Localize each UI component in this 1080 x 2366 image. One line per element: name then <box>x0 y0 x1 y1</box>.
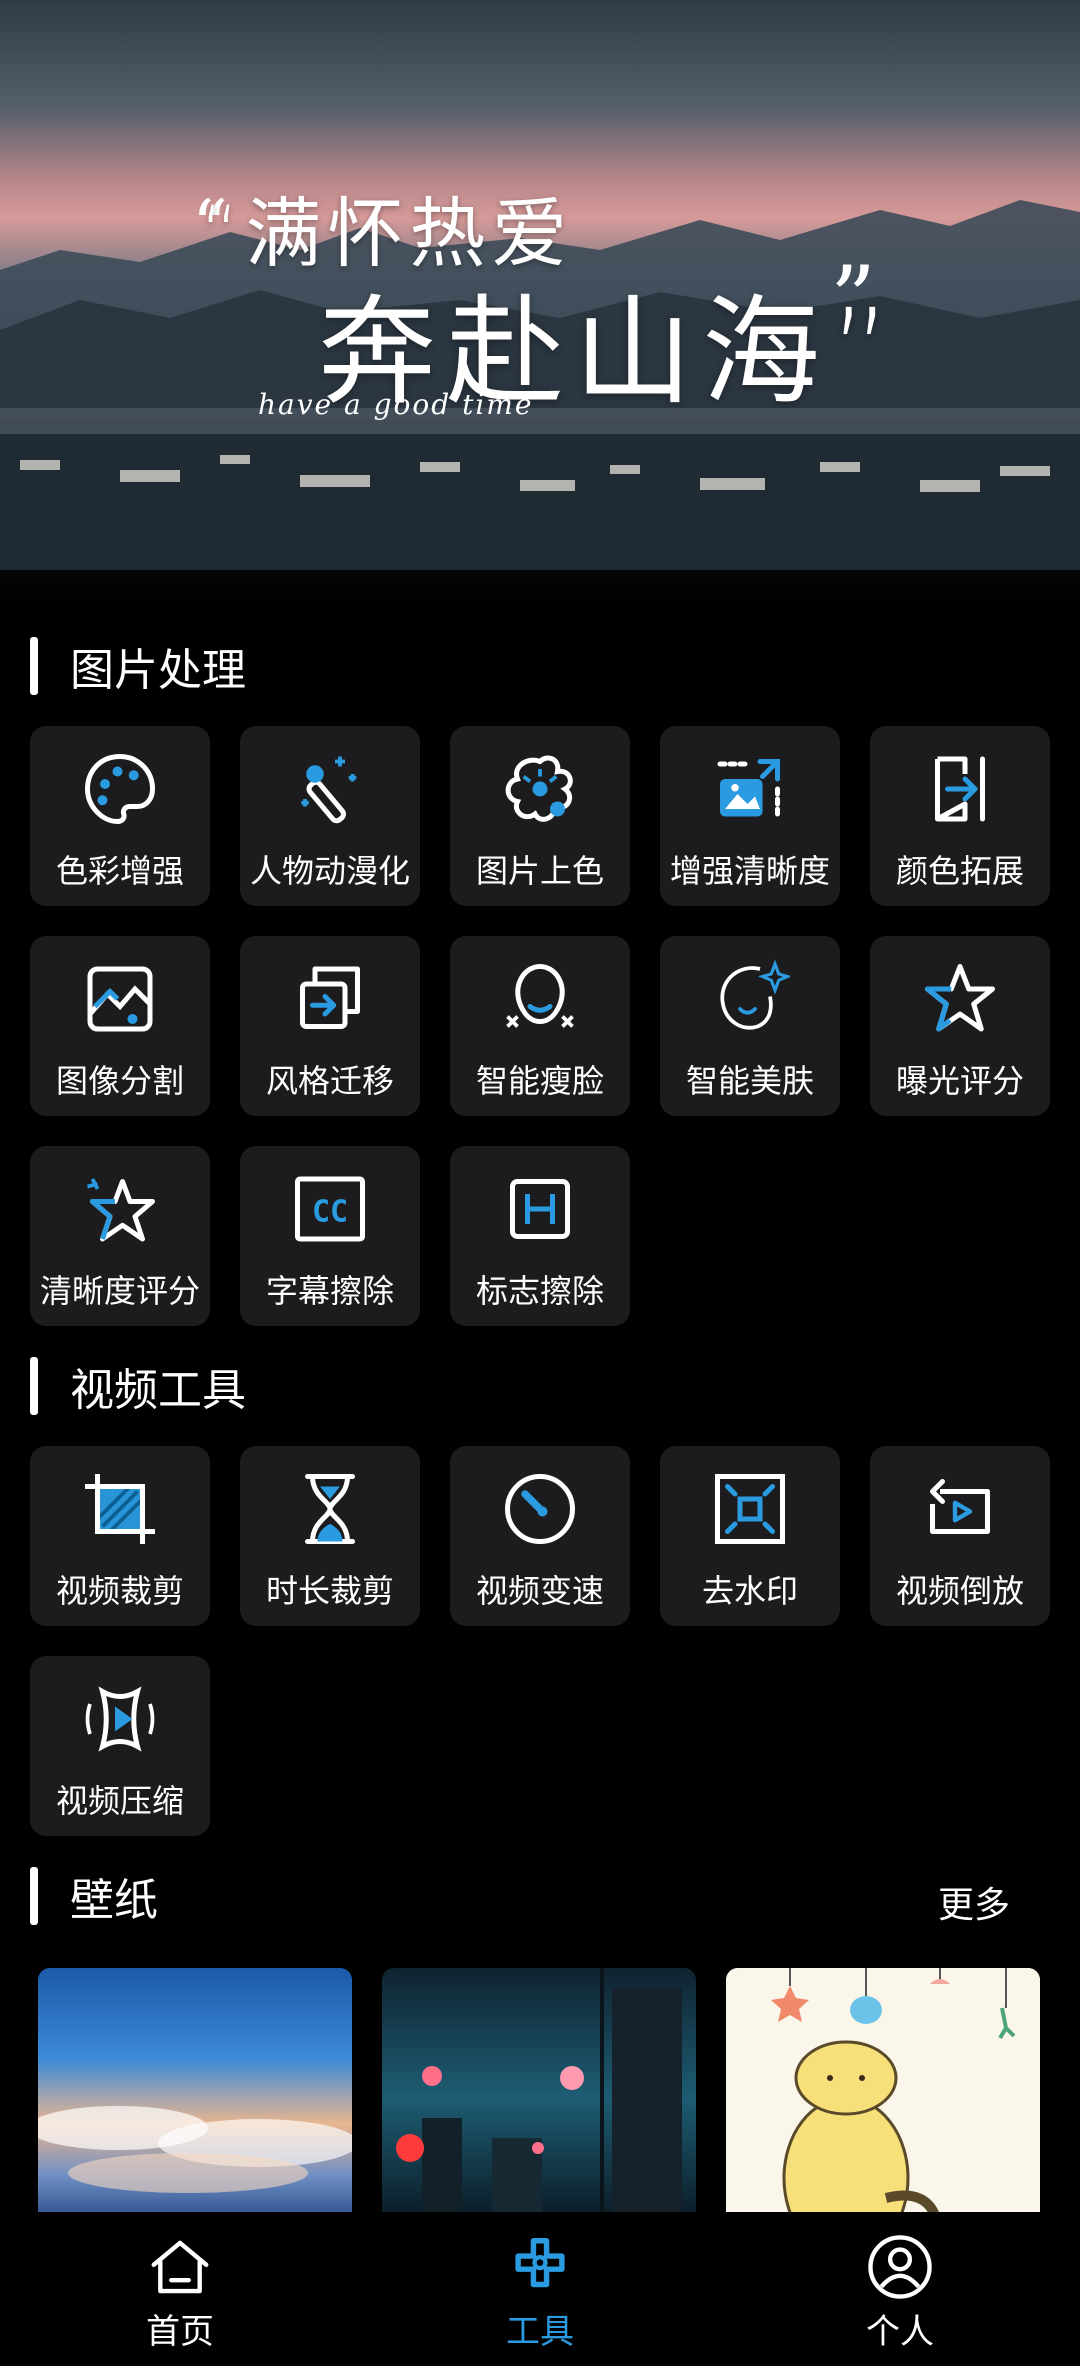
banner-subtitle: have a good time <box>258 388 534 421</box>
nav-tools-label: 工具 <box>506 2312 574 2352</box>
video-tool-tile[interactable]: 时长裁剪 <box>240 1446 420 1626</box>
image-tool-label: 风格迁移 <box>265 1062 394 1100</box>
image-tool-label: 清晰度评分 <box>39 1272 200 1310</box>
image-tool-label: 字幕擦除 <box>265 1272 394 1310</box>
video-tool-tile[interactable]: 视频裁剪 <box>30 1446 210 1626</box>
image-tool-label: 曝光评分 <box>895 1062 1024 1100</box>
image-tool-label: 人物动漫化 <box>249 852 410 890</box>
bottom-navigation: 首页 工具 个人 <box>0 2212 1080 2366</box>
logo-h-icon <box>495 1164 585 1254</box>
image-tool-label: 图像分割 <box>55 1062 184 1100</box>
video-tool-label: 视频压缩 <box>55 1782 184 1820</box>
flower-color-icon <box>495 744 585 834</box>
star-rating-icon <box>915 954 1005 1044</box>
image-tool-tile[interactable]: 颜色拓展 <box>870 726 1050 906</box>
image-tool-tile[interactable]: 清晰度评分 <box>30 1146 210 1326</box>
section-title: 视频工具 <box>70 1365 246 1416</box>
video-tool-label: 视频变速 <box>475 1572 604 1610</box>
wallpaper-strip <box>38 1968 1042 2214</box>
nav-home[interactable]: 首页 <box>80 2212 280 2353</box>
image-tool-tile[interactable]: 图片上色 <box>450 726 630 906</box>
section-image-processing: 图片处理 <box>30 636 246 696</box>
expand-arrow-icon <box>915 744 1005 834</box>
image-tool-tile[interactable]: 图像分割 <box>30 936 210 1116</box>
crop-icon <box>75 1464 165 1554</box>
nav-tools[interactable]: 工具 <box>440 2212 640 2353</box>
image-tool-tile[interactable]: 标志擦除 <box>450 1146 630 1326</box>
image-tool-label: 图片上色 <box>475 852 604 890</box>
image-tool-tile[interactable]: 增强清晰度 <box>660 726 840 906</box>
reverse-play-icon <box>915 1464 1005 1554</box>
section-marker <box>30 1867 38 1925</box>
image-tool-tile[interactable]: 曝光评分 <box>870 936 1050 1116</box>
image-tool-tile[interactable]: 智能美肤 <box>660 936 840 1116</box>
cc-icon: CC <box>285 1164 375 1254</box>
section-marker <box>30 1357 38 1415</box>
section-wallpaper: 壁纸 <box>30 1866 1050 1926</box>
section-title: 壁纸 <box>70 1875 158 1926</box>
wallpaper-more-link[interactable]: 更多 <box>938 1876 1010 1928</box>
nav-profile-label: 个人 <box>866 2312 934 2352</box>
hourglass-icon <box>285 1464 375 1554</box>
video-tool-label: 视频裁剪 <box>55 1572 184 1610</box>
speed-dial-icon <box>495 1464 585 1554</box>
magic-wand-icon <box>285 744 375 834</box>
image-tools-grid: 色彩增强 人物动漫化 图片上色 增强清晰度 颜色拓展图像分割 风格迁移 智能瘦脸 智能美肤 曝光… <box>30 726 1050 1326</box>
nav-home-label: 首页 <box>146 2312 214 2352</box>
image-tool-label: 标志擦除 <box>475 1272 604 1310</box>
user-icon <box>868 2235 932 2299</box>
style-transfer-icon <box>285 954 375 1044</box>
image-tool-label: 智能瘦脸 <box>475 1062 604 1100</box>
video-tools-grid: 视频裁剪 时长裁剪 视频变速 去水印 视频倒放视频压缩 <box>30 1446 1050 1836</box>
wallpaper-thumb-city[interactable] <box>382 1968 696 2214</box>
video-tool-label: 去水印 <box>701 1572 798 1610</box>
image-tool-tile[interactable]: CC 字幕擦除 <box>240 1146 420 1326</box>
image-tool-label: 色彩增强 <box>55 852 184 890</box>
image-tool-tile[interactable]: 人物动漫化 <box>240 726 420 906</box>
video-tool-label: 时长裁剪 <box>265 1572 394 1610</box>
section-title: 图片处理 <box>70 645 246 696</box>
svg-text:CC: CC <box>312 1195 348 1230</box>
image-split-icon <box>75 954 165 1044</box>
wallpaper-thumb-sky[interactable] <box>38 1968 352 2214</box>
image-tool-label: 增强清晰度 <box>669 852 830 890</box>
compress-video-icon <box>75 1674 165 1764</box>
video-tool-tile[interactable]: 视频倒放 <box>870 1446 1050 1626</box>
tools-icon <box>515 2238 565 2288</box>
home-icon <box>151 2240 209 2294</box>
video-tool-label: 视频倒放 <box>895 1572 1024 1610</box>
image-tool-label: 颜色拓展 <box>895 852 1024 890</box>
star-sharp-icon <box>75 1164 165 1254</box>
video-tool-tile[interactable]: 视频压缩 <box>30 1656 210 1836</box>
palette-icon <box>75 744 165 834</box>
video-tool-tile[interactable]: 视频变速 <box>450 1446 630 1626</box>
face-slim-icon <box>495 954 585 1044</box>
video-tool-tile[interactable]: 去水印 <box>660 1446 840 1626</box>
face-sparkle-icon <box>705 954 795 1044</box>
image-tool-tile[interactable]: 智能瘦脸 <box>450 936 630 1116</box>
section-marker <box>30 637 38 695</box>
image-tool-tile[interactable]: 风格迁移 <box>240 936 420 1116</box>
image-enhance-icon <box>705 744 795 834</box>
wallpaper-thumb-cat[interactable] <box>726 1968 1040 2214</box>
image-tool-tile[interactable]: 色彩增强 <box>30 726 210 906</box>
nav-profile[interactable]: 个人 <box>800 2212 1000 2353</box>
image-tool-label: 智能美肤 <box>685 1062 814 1100</box>
watermark-remove-icon <box>705 1464 795 1554</box>
section-video-tools: 视频工具 <box>30 1356 246 1416</box>
top-banner[interactable]: “ ” “满怀热爱 奔赴山海” have a good time <box>0 0 1080 606</box>
